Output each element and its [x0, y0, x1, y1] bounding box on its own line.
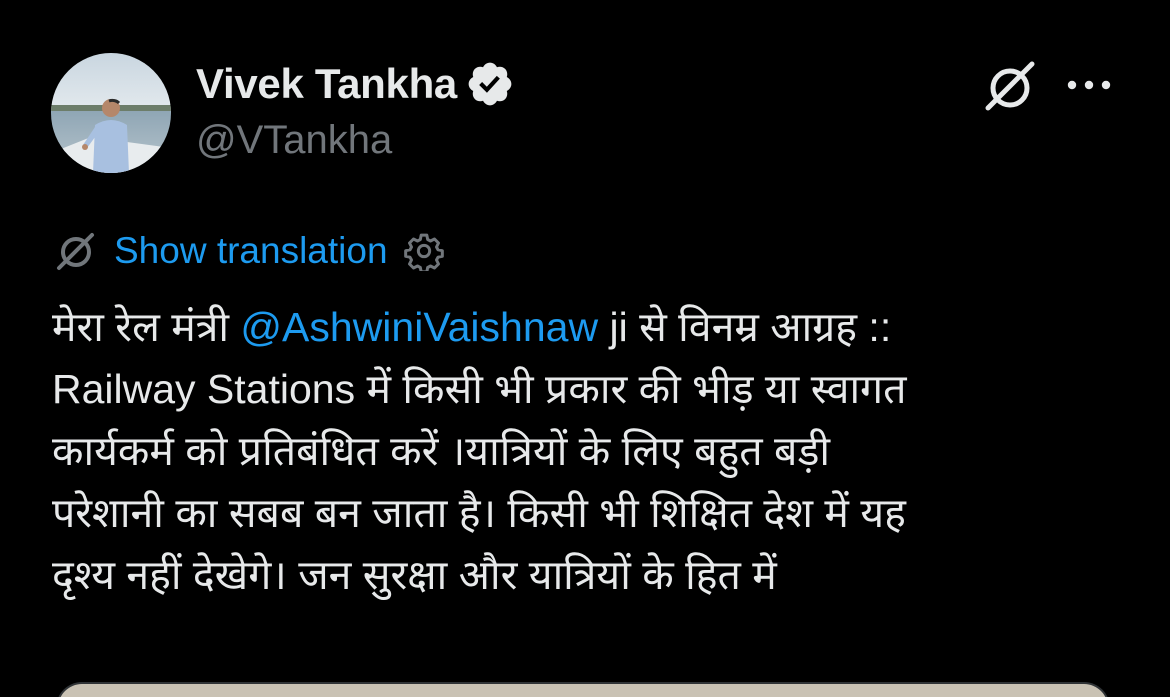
tweet-text-segment: मेरा रेल मंत्री: [52, 304, 241, 350]
translation-row: Show translation: [52, 226, 444, 276]
media-attachment[interactable]: [56, 682, 1110, 697]
show-translation-link[interactable]: Show translation: [114, 230, 388, 272]
tweet-text-segment: ji से विनम्र आग्रह ::: [598, 304, 892, 350]
author-handle[interactable]: @VTankha: [196, 118, 392, 163]
tweet-line: दृश्य नहीं देखेगे। जन सुरक्षा और यात्रिय…: [52, 552, 777, 598]
tweet-line: परेशानी का सबब बन जाता है। किसी भी शिक्ष…: [52, 490, 906, 536]
tweet-view: Vivek Tankha @VTankha Show translation म…: [0, 0, 1170, 697]
mention-link[interactable]: @AshwiniVaishnaw: [240, 304, 598, 350]
author-name-row[interactable]: Vivek Tankha: [196, 58, 515, 110]
profile-photo: [51, 53, 171, 173]
tweet-line: मेरा रेल मंत्री @AshwiniVaishnaw ji से व…: [52, 296, 1132, 358]
more-horizontal-icon[interactable]: [1064, 70, 1114, 100]
avatar[interactable]: [51, 53, 171, 173]
gear-icon[interactable]: [403, 231, 444, 271]
author-display-name[interactable]: Vivek Tankha: [196, 60, 457, 108]
tweet-line: कार्यकर्म को प्रतिबंधित करें ।यात्रियों …: [52, 428, 831, 474]
tweet-body: मेरा रेल मंत्री @AshwiniVaishnaw ji से व…: [52, 296, 1132, 606]
verified-badge-icon: [468, 62, 512, 106]
grok-icon[interactable]: [980, 58, 1040, 118]
tweet-line: Railway Stations में किसी भी प्रकार की भ…: [52, 366, 907, 412]
grok-icon: [57, 233, 94, 270]
